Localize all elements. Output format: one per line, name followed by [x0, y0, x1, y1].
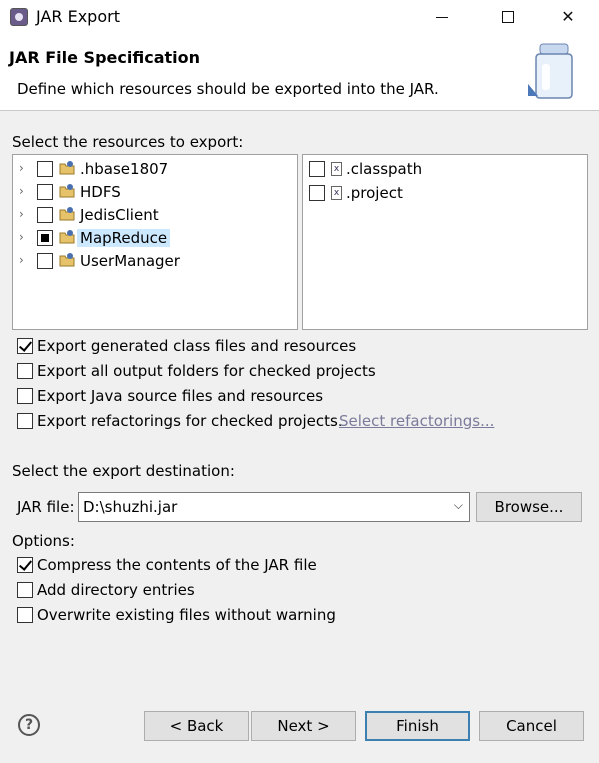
maximize-button[interactable]: [485, 0, 531, 34]
project-checkbox[interactable]: [37, 230, 53, 246]
browse-button[interactable]: Browse...: [476, 492, 582, 522]
cancel-button[interactable]: Cancel: [479, 711, 584, 741]
xml-file-icon: x: [331, 186, 342, 200]
expand-arrow-icon[interactable]: ›: [19, 253, 24, 267]
project-checkbox[interactable]: [37, 253, 53, 269]
file-checkbox[interactable]: [309, 161, 325, 177]
export-refactorings-checkbox[interactable]: [17, 413, 33, 429]
title-bar: JAR Export ✕: [0, 0, 599, 34]
file-checkbox[interactable]: [309, 185, 325, 201]
directory-entries-checkbox[interactable]: [17, 582, 33, 598]
project-name: MapReduce: [77, 229, 171, 247]
option-label: Compress the contents of the JAR file: [37, 556, 317, 574]
project-checkbox[interactable]: [37, 184, 53, 200]
page-title: JAR File Specification: [9, 48, 200, 67]
option-label: Export all output folders for checked pr…: [37, 362, 376, 380]
jar-file-value: D:\shuzhi.jar: [83, 498, 178, 516]
java-project-icon: [59, 161, 75, 175]
expand-arrow-icon[interactable]: ›: [19, 230, 24, 244]
tree-item-project[interactable]: › MapReduce: [13, 227, 297, 249]
eclipse-app-icon: [10, 8, 28, 26]
option-label: Add directory entries: [37, 581, 195, 599]
back-button[interactable]: < Back: [144, 711, 249, 741]
expand-arrow-icon[interactable]: ›: [19, 184, 24, 198]
option-label: Export refactorings for checked projects…: [37, 412, 343, 430]
resources-label: Select the resources to export:: [12, 133, 244, 151]
expand-arrow-icon[interactable]: ›: [19, 207, 24, 221]
help-icon[interactable]: ?: [18, 714, 40, 736]
wizard-header: JAR File Specification Define which reso…: [0, 34, 599, 110]
xml-file-icon: x: [331, 162, 342, 176]
overwrite-checkbox[interactable]: [17, 607, 33, 623]
destination-label: Select the export destination:: [12, 462, 235, 480]
option-label: Overwrite existing files without warning: [37, 606, 336, 624]
java-project-icon: [59, 207, 75, 221]
minimize-icon: [436, 17, 448, 18]
tree-item-project[interactable]: › JedisClient: [13, 204, 297, 226]
maximize-icon: [502, 11, 514, 23]
tree-item-project[interactable]: › .hbase1807: [13, 158, 297, 180]
file-name: .classpath: [346, 160, 423, 178]
option-label: Export Java source files and resources: [37, 387, 324, 405]
java-project-icon: [59, 253, 75, 267]
project-checkbox[interactable]: [37, 161, 53, 177]
project-checkbox[interactable]: [37, 207, 53, 223]
jar-file-label: JAR file:: [17, 498, 75, 516]
page-description: Define which resources should be exporte…: [17, 80, 439, 98]
compress-checkbox[interactable]: [17, 557, 33, 573]
export-java-source-checkbox[interactable]: [17, 388, 33, 404]
close-button[interactable]: ✕: [545, 0, 591, 34]
next-button[interactable]: Next >: [251, 711, 356, 741]
tree-item-project[interactable]: › UserManager: [13, 250, 297, 272]
project-name: UserManager: [80, 252, 180, 270]
java-project-icon: [59, 230, 75, 244]
export-output-folders-checkbox[interactable]: [17, 363, 33, 379]
file-name: .project: [346, 184, 403, 202]
option-label: Export generated class files and resourc…: [37, 337, 357, 355]
project-tree[interactable]: › .hbase1807 › HDFS › JedisClient › MapR…: [12, 154, 298, 330]
options-label: Options:: [12, 532, 75, 550]
select-refactorings-link[interactable]: Select refactorings...: [339, 412, 494, 430]
project-name: .hbase1807: [80, 160, 169, 178]
resource-file-list[interactable]: x .classpath x .project: [302, 154, 588, 330]
list-item[interactable]: x .classpath: [303, 159, 587, 181]
project-name: JedisClient: [80, 206, 159, 224]
tree-item-project[interactable]: › HDFS: [13, 181, 297, 203]
jar-file-combo[interactable]: D:\shuzhi.jar ⌵: [78, 492, 470, 522]
minimize-button[interactable]: [420, 0, 466, 34]
jar-wizard-icon: [528, 43, 573, 99]
finish-button[interactable]: Finish: [365, 711, 470, 741]
project-name: HDFS: [80, 183, 121, 201]
expand-arrow-icon[interactable]: ›: [19, 161, 24, 175]
window-title: JAR Export: [36, 7, 120, 26]
export-class-files-checkbox[interactable]: [17, 338, 33, 354]
list-item[interactable]: x .project: [303, 183, 587, 205]
java-project-icon: [59, 184, 75, 198]
chevron-down-icon[interactable]: ⌵: [454, 498, 463, 513]
wizard-content: Select the resources to export: › .hbase…: [0, 111, 599, 763]
